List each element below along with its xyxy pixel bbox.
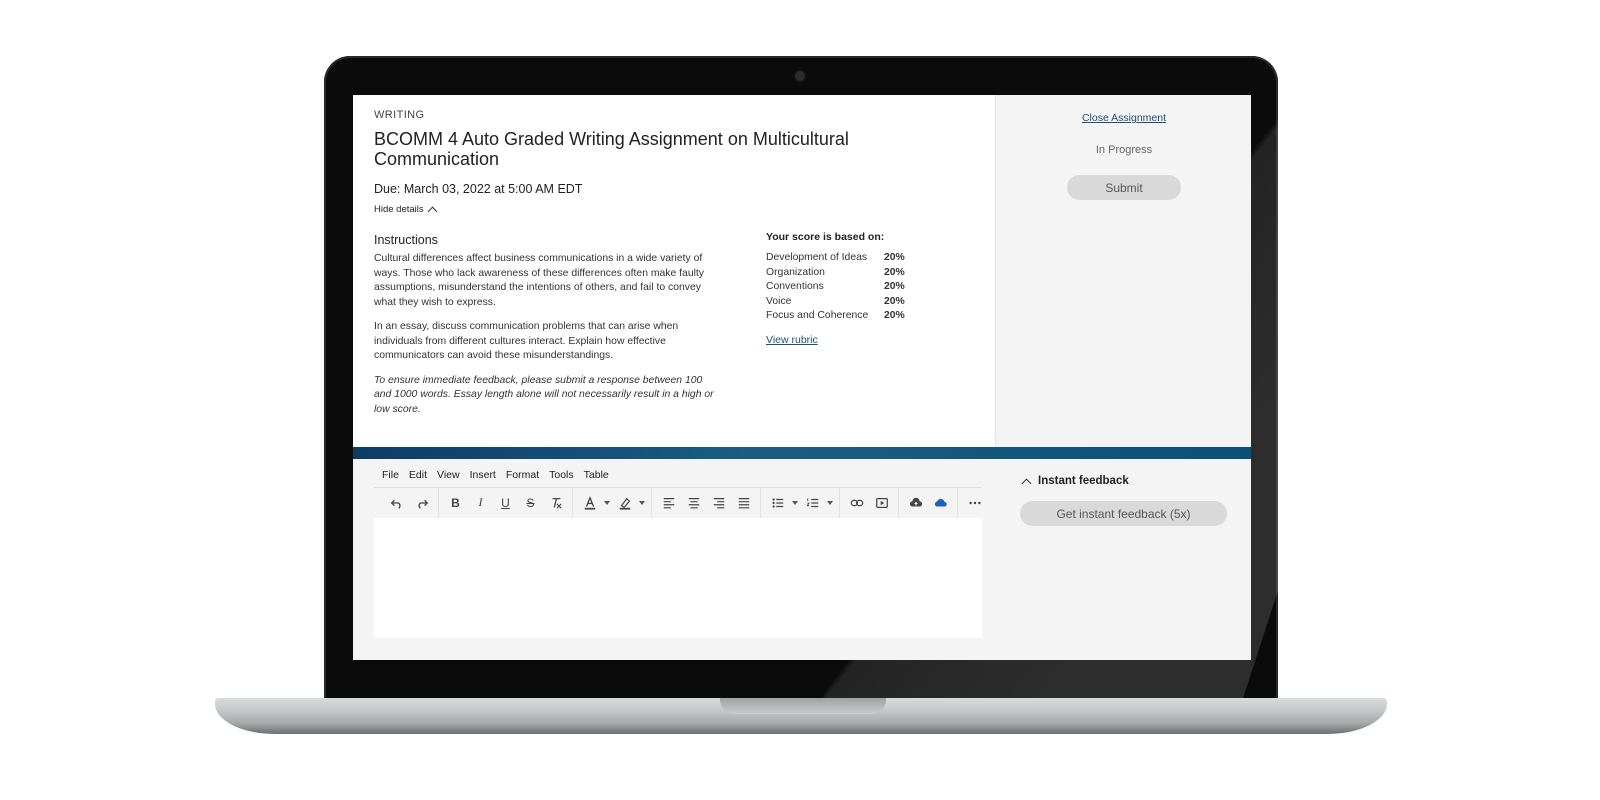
instant-feedback-heading: Instant feedback (1038, 475, 1129, 487)
instructions-note: To ensure immediate feedback, please sub… (374, 374, 714, 415)
instant-feedback-panel: Instant feedback Get instant feedback (5… (995, 459, 1251, 660)
align-left-icon[interactable] (656, 492, 681, 514)
hide-details-label: Hide details (374, 204, 424, 215)
instructions-heading: Instructions (374, 233, 438, 247)
criterion-weight: 20% (884, 281, 905, 292)
menu-tools[interactable]: Tools (549, 469, 574, 487)
menu-view[interactable]: View (437, 469, 460, 487)
criterion-name: Organization (766, 266, 825, 278)
text-color-icon[interactable] (577, 492, 602, 514)
toolbar-group-cloud (899, 487, 958, 518)
essay-text-area[interactable] (374, 518, 982, 638)
bullet-list-icon[interactable] (765, 492, 790, 514)
rich-text-editor: File Edit View Insert Format Tools Table… (374, 459, 982, 660)
toolbar-group-history (380, 487, 439, 518)
score-breakdown: Your score is based on: Development of I… (766, 231, 946, 348)
menu-table[interactable]: Table (584, 469, 609, 487)
text-color-dropdown[interactable] (602, 492, 612, 514)
assignment-details: WRITING BCOMM 4 Auto Graded Writing Assi… (353, 95, 995, 447)
bold-icon[interactable]: B (443, 492, 468, 514)
numbered-list-dropdown[interactable] (825, 492, 835, 514)
align-right-icon[interactable] (706, 492, 731, 514)
link-icon[interactable] (844, 492, 869, 514)
toolbar-group-alignment (652, 487, 761, 518)
chevron-up-icon (427, 206, 438, 217)
toolbar-group-text-style: B I U S (439, 487, 573, 518)
instructions: Instructions Cultural differences affect… (374, 233, 719, 427)
assignment-title: BCOMM 4 Auto Graded Writing Assignment o… (374, 129, 849, 169)
criterion-name: Voice (766, 295, 792, 307)
instructions-paragraph: In an essay, discuss communication probl… (374, 321, 679, 361)
assignment-category: WRITING (374, 109, 425, 121)
highlight-color-dropdown[interactable] (637, 492, 647, 514)
align-justify-icon[interactable] (731, 492, 756, 514)
bullet-list-dropdown[interactable] (790, 492, 800, 514)
view-rubric-link[interactable]: View rubric (766, 334, 818, 346)
criterion-weight: 20% (884, 310, 905, 321)
screen: WRITING BCOMM 4 Auto Graded Writing Assi… (353, 95, 1251, 660)
editor-toolbar: B I U S (374, 487, 982, 518)
score-row: Voice 20% (766, 295, 946, 310)
editor-section: File Edit View Insert Format Tools Table… (353, 459, 1251, 660)
laptop-base-notch (720, 698, 886, 714)
onedrive-icon[interactable] (928, 492, 953, 514)
instant-feedback-toggle[interactable]: Instant feedback (995, 459, 1251, 488)
submit-button[interactable]: Submit (1067, 175, 1181, 200)
score-heading: Your score is based on: (766, 231, 885, 243)
status-text: In Progress (1095, 144, 1153, 156)
numbered-list-icon[interactable] (800, 492, 825, 514)
criterion-name: Focus and Coherence (766, 310, 869, 321)
criterion-weight: 20% (884, 266, 905, 278)
due-date: Due: March 03, 2022 at 5:00 AM EDT (374, 182, 583, 196)
score-row: Focus and Coherence 20% (766, 309, 946, 324)
criterion-weight: 20% (884, 252, 905, 263)
toolbar-group-more (958, 488, 991, 518)
assignment-side-panel: Close Assignment In Progress Submit (995, 95, 1251, 447)
redo-icon[interactable] (409, 492, 434, 514)
italic-icon[interactable]: I (468, 492, 493, 514)
toolbar-group-insert (840, 487, 899, 518)
toolbar-group-colors (573, 487, 652, 518)
menu-file[interactable]: File (382, 469, 399, 487)
score-row: Conventions 20% (766, 280, 946, 295)
media-icon[interactable] (869, 492, 894, 514)
underline-icon[interactable]: U (493, 492, 518, 514)
toolbar-group-lists (761, 487, 840, 518)
instructions-paragraph: Cultural differences affect business com… (374, 253, 704, 308)
align-center-icon[interactable] (681, 492, 706, 514)
highlight-color-icon[interactable] (612, 492, 637, 514)
webcam (795, 71, 805, 81)
score-row: Development of Ideas 20% (766, 251, 946, 266)
hide-details-toggle[interactable]: Hide details (374, 204, 995, 217)
more-icon[interactable] (962, 492, 987, 514)
cloud-upload-icon[interactable] (903, 492, 928, 514)
criterion-name: Conventions (766, 281, 824, 292)
menu-format[interactable]: Format (506, 469, 539, 487)
criterion-weight: 20% (884, 295, 905, 307)
clear-format-icon[interactable] (543, 492, 568, 514)
undo-icon[interactable] (384, 492, 409, 514)
strikethrough-icon[interactable]: S (518, 492, 543, 514)
criterion-name: Development of Ideas (766, 252, 868, 263)
menu-insert[interactable]: Insert (470, 469, 496, 487)
menu-edit[interactable]: Edit (409, 469, 427, 487)
editor-menubar: File Edit View Insert Format Tools Table (374, 459, 982, 487)
close-assignment-link[interactable]: Close Assignment (996, 112, 1251, 124)
chevron-up-icon (1021, 478, 1032, 488)
score-row: Organization 20% (766, 266, 946, 281)
section-divider-band (353, 447, 1251, 459)
get-instant-feedback-button[interactable]: Get instant feedback (5x) (1020, 501, 1227, 526)
